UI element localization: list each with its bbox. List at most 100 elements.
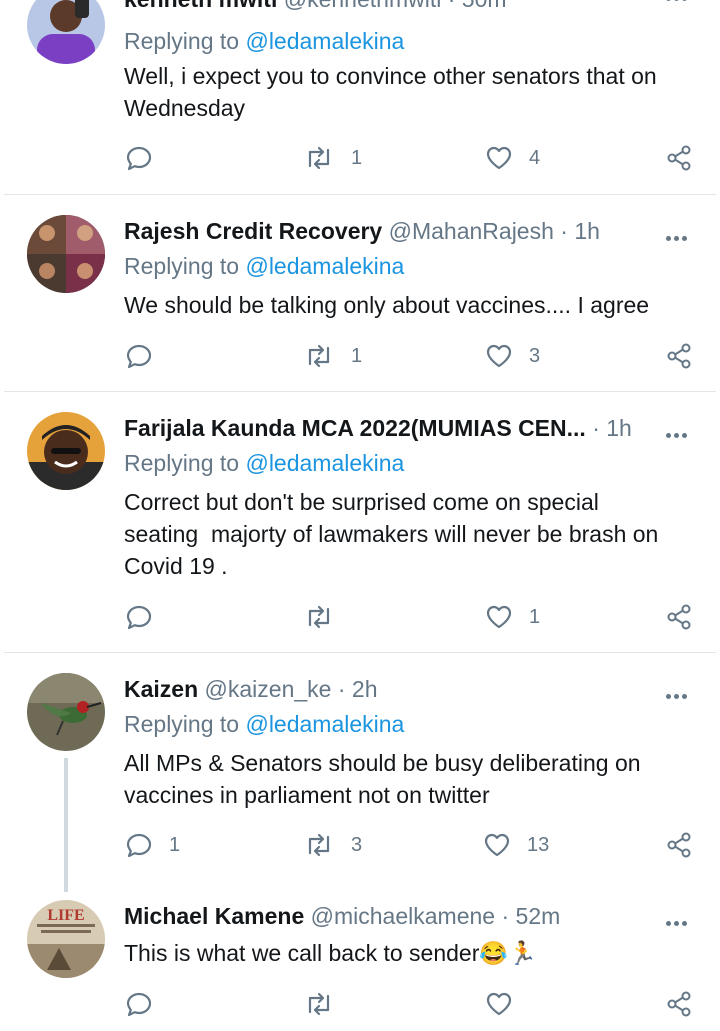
timestamp[interactable]: 2h (352, 676, 378, 702)
retweet-count: 1 (351, 344, 363, 367)
avatar-image (27, 215, 105, 293)
timestamp[interactable]: 1h (606, 415, 632, 441)
divider (4, 391, 716, 392)
like-button[interactable]: 13 (483, 830, 549, 860)
heart-icon (486, 344, 512, 368)
more-options-icon[interactable] (666, 686, 692, 699)
share-button[interactable] (665, 341, 693, 371)
timestamp[interactable]: 1h (574, 218, 600, 244)
tweet-header: Kaizen @kaizen_ke · 2h (124, 672, 650, 706)
replying-to: Replying to @ledamalekina (124, 447, 404, 479)
replying-to-label: Replying to (124, 711, 240, 737)
heart-icon (486, 605, 512, 629)
timestamp[interactable]: 52m (516, 903, 561, 929)
retweet-button[interactable] (303, 602, 351, 632)
avatar[interactable] (27, 215, 105, 293)
tweet-text: All MPs & Senators should be busy delibe… (124, 750, 641, 808)
like-button[interactable]: 1 (485, 602, 540, 632)
avatar[interactable]: LIFE (27, 900, 105, 978)
avatar-image (27, 0, 105, 64)
share-button[interactable] (665, 143, 693, 173)
share-icon (667, 604, 691, 630)
reply-button[interactable] (125, 989, 153, 1019)
retweet-icon (308, 992, 330, 1016)
more-options-icon[interactable] (666, 913, 692, 926)
like-count: 1 (529, 605, 541, 628)
reply-button[interactable] (125, 602, 169, 632)
reply-icon (126, 992, 152, 1017)
mention-link[interactable]: @ledamalekina (245, 450, 404, 476)
avatar[interactable] (27, 412, 105, 490)
reply-button[interactable]: 1 (125, 830, 180, 860)
reply-icon (126, 833, 152, 858)
replying-to: Replying to @ledamalekina (124, 25, 404, 57)
retweet-button[interactable]: 3 (303, 830, 362, 860)
retweet-button[interactable]: 1 (303, 143, 362, 173)
divider (4, 652, 716, 653)
user-handle[interactable]: @michaelkamene (311, 903, 495, 929)
share-icon (667, 343, 691, 369)
like-button[interactable]: 3 (485, 341, 540, 371)
replying-to: Replying to @ledamalekina (124, 250, 404, 282)
reply-tweet[interactable]: Rajesh Credit Recovery @MahanRajesh · 1h… (0, 214, 720, 390)
mention-link[interactable]: @ledamalekina (245, 711, 404, 737)
mention-link[interactable]: @ledamalekina (245, 28, 404, 54)
timestamp[interactable]: 50m (462, 0, 507, 12)
avatar[interactable] (27, 673, 105, 751)
reply-button[interactable] (125, 341, 169, 371)
more-options-icon[interactable] (666, 228, 692, 241)
retweet-icon (308, 146, 330, 170)
mention-link[interactable]: @ledamalekina (245, 253, 404, 279)
replying-to-label: Replying to (124, 450, 240, 476)
tweet-header: Rajesh Credit Recovery @MahanRajesh · 1h (124, 214, 650, 248)
reply-icon (126, 146, 152, 171)
avatar-image (27, 412, 105, 490)
like-button[interactable]: 4 (485, 143, 540, 173)
separator-dot: · (501, 903, 510, 929)
separator-dot: · (448, 0, 456, 12)
reply-button[interactable] (125, 143, 169, 173)
share-button[interactable] (665, 830, 693, 860)
like-count: 4 (529, 146, 541, 169)
retweet-button[interactable]: 1 (303, 341, 362, 371)
like-button[interactable] (485, 989, 513, 1019)
divider (4, 194, 716, 195)
like-count: 13 (527, 833, 550, 856)
heart-icon (486, 992, 512, 1016)
reply-icon (126, 344, 152, 369)
replying-to-label: Replying to (124, 28, 240, 54)
tweet-header: kenneth mwiti @kennethmwiti · 50m (124, 0, 650, 16)
replying-to: Replying to @ledamalekina (124, 708, 404, 740)
reply-tweet[interactable]: Kaizen @kaizen_ke · 2h Replying to @leda… (0, 672, 720, 882)
separator-dot: · (592, 415, 600, 441)
user-handle[interactable]: @MahanRajesh (389, 218, 554, 244)
user-handle[interactable]: @kaizen_ke (205, 676, 332, 702)
like-count: 3 (529, 344, 541, 367)
reply-tweet[interactable]: Farijala Kaunda MCA 2022(MUMIAS CEN... ·… (0, 411, 720, 651)
retweet-count: 1 (351, 146, 363, 169)
retweet-button[interactable] (303, 989, 335, 1019)
share-button[interactable] (665, 602, 693, 632)
reply-icon (126, 605, 152, 630)
share-icon (667, 145, 691, 171)
separator-dot: · (560, 218, 568, 244)
tweet-text: Correct but don't be surprised come on s… (124, 489, 659, 579)
reply-tweet[interactable]: LIFE Michael Kamene @michaelkamene · 52m… (0, 899, 720, 1031)
display-name[interactable]: Michael Kamene (124, 903, 304, 929)
display-name[interactable]: Kaizen (124, 676, 198, 702)
replying-to-label: Replying to (124, 253, 240, 279)
share-icon (667, 991, 691, 1017)
retweet-icon (308, 605, 330, 629)
avatar[interactable] (27, 0, 105, 64)
more-options-icon[interactable] (666, 425, 692, 438)
heart-icon (484, 833, 510, 857)
share-button[interactable] (665, 989, 693, 1019)
avatar-image: LIFE (27, 900, 105, 978)
display-name[interactable]: kenneth mwiti (124, 0, 277, 12)
separator-dot: · (337, 676, 346, 702)
user-handle[interactable]: @kennethmwiti (284, 0, 442, 12)
reply-tweet[interactable]: kenneth mwiti @kennethmwiti · 50m Replyi… (0, 0, 720, 194)
reply-count: 1 (169, 833, 181, 856)
display-name[interactable]: Rajesh Credit Recovery (124, 218, 382, 244)
display-name[interactable]: Farijala Kaunda MCA 2022(MUMIAS CEN... (124, 415, 586, 441)
